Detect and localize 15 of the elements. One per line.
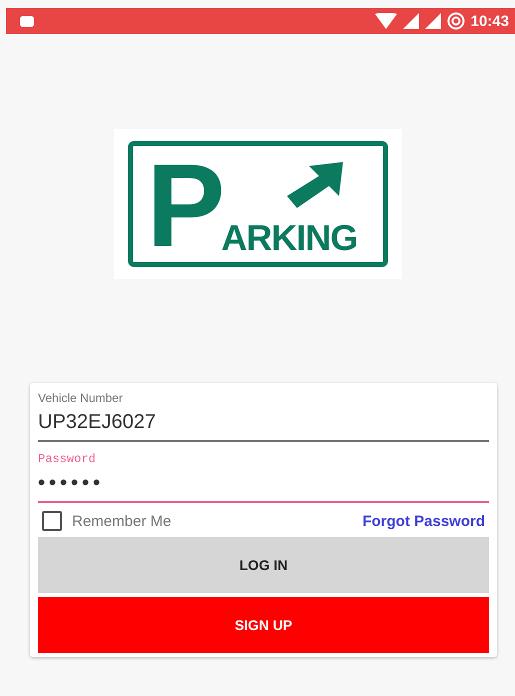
input-field[interactable]: Password •••••• (38, 450, 489, 503)
logo-word: ARKING (221, 220, 358, 256)
sign-up-button[interactable]: SIGN UP (38, 597, 489, 653)
signal-icon (402, 13, 419, 29)
signal-icon (424, 13, 441, 29)
wifi-icon (374, 13, 397, 29)
input-field[interactable]: Vehicle Number UP32EJ6027 (38, 389, 489, 442)
remember-checkbox[interactable] (42, 511, 62, 531)
status-time: 10:43 (470, 12, 509, 30)
alarm-icon (446, 12, 465, 30)
forgot-password-link[interactable]: Forgot Password (362, 512, 485, 530)
remember-label: Remember Me (72, 512, 172, 530)
logo-letter: P (146, 156, 222, 256)
notification-icon (20, 15, 34, 27)
login-button[interactable]: LOG IN (38, 537, 489, 593)
